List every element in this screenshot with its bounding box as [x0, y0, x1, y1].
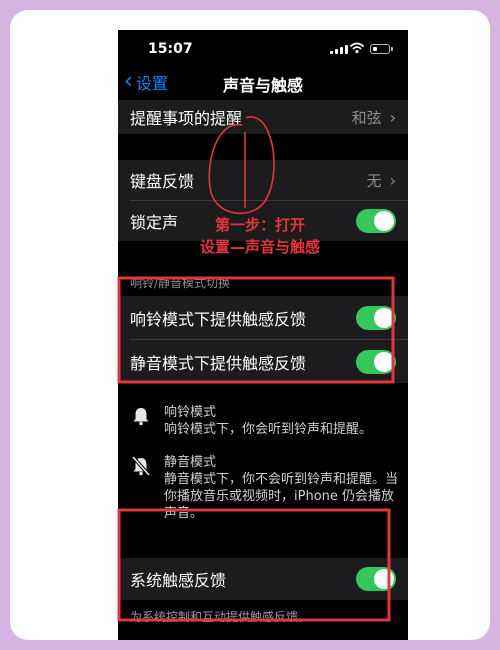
row-value: 无 [366, 171, 382, 190]
section-header-ring-switch: 响铃/静音模式切换 [130, 276, 231, 290]
cellular-signal-icon [330, 44, 348, 54]
battery-tip [391, 47, 393, 51]
info-title: 静音模式 [164, 455, 217, 470]
row-ring-haptic: 响铃模式下提供触感反馈 [118, 296, 408, 339]
row-value: 和弦 [351, 108, 382, 127]
info-title: 响铃模式 [164, 405, 217, 420]
row-keyboard-feedback[interactable]: 键盘反馈 无 › [118, 160, 408, 200]
wifi-icon [350, 42, 364, 54]
row-label: 提醒事项的提醒 [130, 109, 243, 128]
chevron-right-icon: › [389, 170, 396, 190]
lock-sound-toggle[interactable] [356, 209, 396, 233]
annotation-step-text: 第一步：打开 设置—声音与触感 [180, 214, 340, 258]
haptic-group: 响铃模式下提供触感反馈 静音模式下提供触感反馈 [118, 296, 408, 383]
info-description: 响铃模式下，你会听到铃声和提醒。 [164, 422, 373, 437]
row-label: 响铃模式下提供触感反馈 [130, 309, 307, 329]
annotation-line-1: 第一步：打开 [214, 216, 305, 234]
row-silent-haptic: 静音模式下提供触感反馈 [118, 340, 408, 383]
annotation-line-2: 设置—声音与触感 [199, 238, 320, 256]
info-silent-mode: 静音模式 静音模式下，你不会听到铃声和提醒。当你播放音乐或视频时，iPhone … [132, 454, 402, 522]
reminder-group: 提醒事项的提醒 和弦 › [118, 100, 408, 134]
chevron-right-icon: › [389, 107, 396, 127]
silent-haptic-toggle[interactable] [356, 349, 396, 374]
row-system-haptic: 系统触感反馈 [118, 558, 408, 600]
info-description: 静音模式下，你不会听到铃声和提醒。当你播放音乐或视频时，iPhone 仍会播放声… [164, 472, 399, 521]
photo-frame: 15:07 ‹ 设置 声音与触感 提醒事项的提醒 和弦 › 键盘反馈 无 › 锁… [10, 10, 490, 640]
battery-icon [370, 44, 390, 54]
phone-screen: 15:07 ‹ 设置 声音与触感 提醒事项的提醒 和弦 › 键盘反馈 无 › 锁… [118, 30, 408, 640]
status-time: 15:07 [148, 41, 193, 57]
status-bar: 15:07 [118, 30, 408, 68]
page-title: 声音与触感 [222, 76, 303, 95]
bell-icon [132, 404, 154, 438]
row-reminder-alerts[interactable]: 提醒事项的提醒 和弦 › [118, 100, 408, 134]
row-label: 系统触感反馈 [130, 571, 227, 590]
system-haptic-group: 系统触感反馈 [118, 558, 408, 600]
row-label: 键盘反馈 [130, 172, 195, 191]
info-ring-mode: 响铃模式 响铃模式下，你会听到铃声和提醒。 [132, 404, 402, 438]
system-haptic-footer: 为系统控制和互动提供触感反馈。 [130, 610, 311, 624]
navigation-bar: ‹ 设置 声音与触感 [118, 68, 408, 100]
row-label: 静音模式下提供触感反馈 [130, 353, 307, 373]
bell-slash-icon [132, 454, 154, 522]
ring-haptic-toggle[interactable] [356, 305, 396, 330]
system-haptic-toggle[interactable] [356, 567, 396, 591]
